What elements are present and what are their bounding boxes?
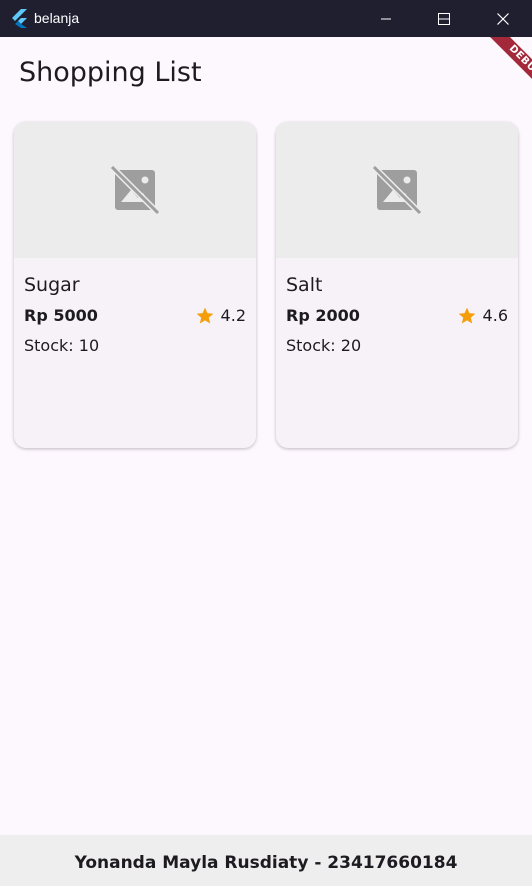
product-stock: Stock: 10 <box>24 336 100 355</box>
product-card-salt[interactable]: Salt Rp 2000 4.6 Stock: 20 <box>276 122 518 448</box>
minimize-icon <box>381 18 391 20</box>
product-image-placeholder <box>14 122 256 258</box>
product-name: Sugar <box>24 274 80 296</box>
product-rating: 4.6 <box>457 306 508 326</box>
product-name: Salt <box>286 274 323 296</box>
close-button[interactable] <box>474 0 532 37</box>
window-title: belanja <box>34 10 80 26</box>
rating-value: 4.6 <box>482 306 508 325</box>
image-not-supported-icon <box>371 164 423 216</box>
page-title: Shopping List <box>19 57 202 88</box>
debug-label: DEBUG <box>481 37 532 106</box>
product-image-placeholder <box>276 122 518 258</box>
star-icon <box>458 307 475 324</box>
flutter-icon <box>12 9 27 28</box>
product-price: Rp 2000 <box>286 306 360 325</box>
product-card-sugar[interactable]: Sugar Rp 5000 4.2 Stock: 10 <box>14 122 256 448</box>
minimize-button-visual[interactable] <box>380 12 392 24</box>
star-icon <box>196 307 213 324</box>
product-price: Rp 5000 <box>24 306 98 325</box>
product-rating: 4.2 <box>195 306 246 326</box>
footer: Yonanda Mayla Rusdiaty - 23417660184 <box>0 835 532 886</box>
maximize-button-visual[interactable] <box>438 12 450 25</box>
image-not-supported-icon <box>109 164 161 216</box>
footer-text: Yonanda Mayla Rusdiaty - 23417660184 <box>74 852 458 873</box>
debug-banner: DEBUG <box>462 37 532 107</box>
product-stock: Stock: 20 <box>286 336 362 355</box>
maximize-icon <box>438 13 450 25</box>
close-icon <box>497 12 509 25</box>
rating-value: 4.2 <box>220 306 246 325</box>
